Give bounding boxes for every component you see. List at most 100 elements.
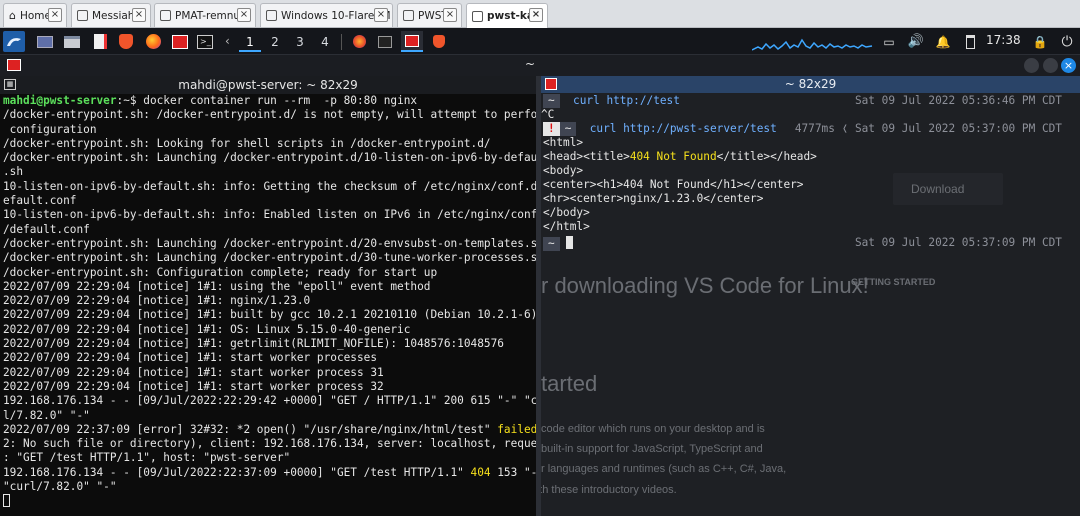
home-icon: ⌂ <box>9 9 16 22</box>
timestamp: Sat 09 Jul 2022 05:37:09 PM CDT <box>854 236 1062 249</box>
log-line: 2022/07/09 22:29:04 [notice] 1#1: getrli… <box>3 337 504 351</box>
log-line: /docker-entrypoint.sh: Launching /docker… <box>3 251 536 265</box>
text-editor-icon[interactable] <box>91 31 109 52</box>
firefox-icon[interactable] <box>144 31 162 52</box>
log-line: efault.conf <box>3 194 77 208</box>
tab-messiah[interactable]: Messiah × <box>71 3 151 27</box>
log-line: /default.conf <box>3 222 90 236</box>
terminal-icon[interactable]: >_ <box>196 31 214 52</box>
log-line: 2022/07/09 22:29:04 [notice] 1#1: built … <box>3 308 536 322</box>
log-text: 192.168.176.134 - - [09/Jul/2022:22:37:0… <box>3 465 471 479</box>
log-line: /docker-entrypoint.sh: Configuration com… <box>3 265 438 279</box>
output-line: <head><title>404 Not Found</title></head… <box>543 150 817 164</box>
vm-icon <box>403 10 414 21</box>
sidebar-heading: GETTING STARTED <box>851 277 936 287</box>
terminal-app-icon <box>7 59 21 71</box>
desktop-icon[interactable] <box>36 31 54 52</box>
panel-chevron-icon[interactable]: ‹ <box>225 32 240 50</box>
desktop-panel: >_ ‹ 1 2 3 4 ▭ 🔊 🔔 17:38 🔒 ⏻ <box>0 28 1080 55</box>
terminal-window-icon[interactable] <box>375 31 395 52</box>
log-line: /docker-entrypoint.sh: /docker-entrypoin… <box>3 108 536 122</box>
workspace-2[interactable]: 2 <box>264 32 286 52</box>
maximize-button[interactable] <box>1043 58 1058 73</box>
tab-pwst-kali[interactable]: pwst-kali × <box>466 3 548 28</box>
tab-pmat-remnux[interactable]: PMAT-remnux × <box>154 3 256 27</box>
log-line: 2022/07/09 22:37:09 [error] 32#32: *2 op… <box>0 423 536 437</box>
prompt-user: mahdi@pwst-server <box>3 94 117 107</box>
page-paragraph: code editor which runs on your desktop a… <box>541 423 765 435</box>
display-icon[interactable]: ▭ <box>880 31 898 52</box>
close-icon[interactable]: × <box>529 8 543 22</box>
vm-icon <box>266 10 277 21</box>
terminal-red-icon[interactable] <box>171 31 189 52</box>
log-line: "curl/7.82.0" "-" <box>3 480 117 494</box>
command-text: curl http://pwst-server/test <box>589 122 777 135</box>
close-icon[interactable]: × <box>237 8 251 22</box>
close-button[interactable]: × <box>1061 58 1076 73</box>
timestamp: Sat 09 Jul 2022 05:36:46 PM CDT <box>854 94 1062 107</box>
lock-icon[interactable]: 🔒 <box>1030 31 1050 52</box>
failed-highlight: failed <box>497 422 536 436</box>
log-line: configuration <box>3 122 97 136</box>
log-line: 2022/07/09 22:29:04 [notice] 1#1: using … <box>3 279 431 293</box>
log-line: 10-listen-on-ipv6-by-default.sh: info: E… <box>3 208 536 222</box>
error-status-icon: ! <box>543 122 560 136</box>
left-terminal[interactable]: mahdi@pwst-server:~$ docker container ru… <box>0 94 536 516</box>
panel-separator <box>341 34 342 50</box>
download-label: Download <box>911 182 965 196</box>
right-terminal[interactable]: Download r downloading VS Code for Linux… <box>541 93 1080 516</box>
page-heading: tarted <box>541 371 598 396</box>
panel-clock[interactable]: 17:38 <box>986 33 1021 47</box>
tab-pwst[interactable]: PWST × <box>397 3 462 27</box>
minimize-button[interactable] <box>1024 58 1039 73</box>
power-icon[interactable]: ⏻ <box>1057 31 1077 52</box>
notification-bell-icon[interactable]: 🔔 <box>934 31 952 52</box>
terminal-red-window-icon[interactable] <box>401 31 423 52</box>
left-terminal-title: ▦ mahdi@pwst-server: ~ 82x29 <box>0 76 536 94</box>
page-paragraph: built-in support for JavaScript, TypeScr… <box>541 443 763 455</box>
output-line: <body> <box>543 164 584 177</box>
log-line: 2022/07/09 22:29:04 [notice] 1#1: OS: Li… <box>3 322 411 336</box>
output-line: </body> <box>543 206 590 219</box>
log-line: l/7.82.0" "-" <box>3 408 90 422</box>
volume-icon[interactable]: 🔊 <box>906 31 926 52</box>
close-icon[interactable]: × <box>443 8 457 22</box>
tab-home[interactable]: ⌂ Home × <box>3 3 67 27</box>
brave-window-icon[interactable] <box>430 31 448 52</box>
battery-icon[interactable] <box>962 31 978 52</box>
download-button <box>893 173 1003 205</box>
log-line: 192.168.176.134 - - [09/Jul/2022:22:29:4… <box>3 394 536 408</box>
log-line: /docker-entrypoint.sh: Launching /docker… <box>3 151 536 165</box>
log-text: 153 "-" <box>497 465 536 479</box>
close-icon[interactable]: × <box>132 8 146 22</box>
file-manager-icon[interactable] <box>63 31 81 52</box>
vm-icon <box>160 10 171 21</box>
tab-windows-flarevm[interactable]: Windows 10-FlareVM × <box>260 3 393 27</box>
cursor-line <box>0 494 536 509</box>
kali-menu-icon[interactable] <box>3 31 25 52</box>
network-graph-icon <box>752 38 873 51</box>
vm-tab-strip: ⌂ Home × Messiah × PMAT-remnux × Windows… <box>0 0 1080 28</box>
command-text: curl http://test <box>573 94 680 107</box>
page-paragraph: r languages and runtimes (such as C++, C… <box>541 463 787 475</box>
workspace-3[interactable]: 3 <box>289 32 311 52</box>
page-paragraph: Python, PHP, Go, .NET). Begin your journ… <box>541 484 677 496</box>
workspace-1[interactable]: 1 <box>239 32 261 52</box>
close-icon[interactable]: × <box>374 8 388 22</box>
close-icon[interactable]: × <box>48 8 62 22</box>
log-lines: /docker-entrypoint.sh: /docker-entrypoin… <box>0 108 536 423</box>
firefox-window-icon[interactable] <box>350 31 368 52</box>
workspace-4[interactable]: 4 <box>314 32 336 52</box>
window-titlebar: ~ × <box>0 55 1080 76</box>
log-line: 10-listen-on-ipv6-by-default.sh: info: G… <box>3 179 536 193</box>
log-line: .sh <box>3 165 24 179</box>
prompt-dir: ~ <box>559 122 577 136</box>
log-line: /docker-entrypoint.sh: Launching /docker… <box>3 236 536 250</box>
interrupt-line: ^C <box>541 108 555 121</box>
left-terminal-title-text: mahdi@pwst-server: ~ 82x29 <box>178 78 358 92</box>
log-line: 2022/07/09 22:29:04 [notice] 1#1: start … <box>3 365 384 379</box>
brave-browser-icon[interactable] <box>117 31 135 52</box>
log-line: 2022/07/09 22:29:04 [notice] 1#1: start … <box>3 379 384 393</box>
log-line: 192.168.176.134 - - [09/Jul/2022:22:37:0… <box>0 466 536 480</box>
window-title: ~ <box>524 57 536 71</box>
